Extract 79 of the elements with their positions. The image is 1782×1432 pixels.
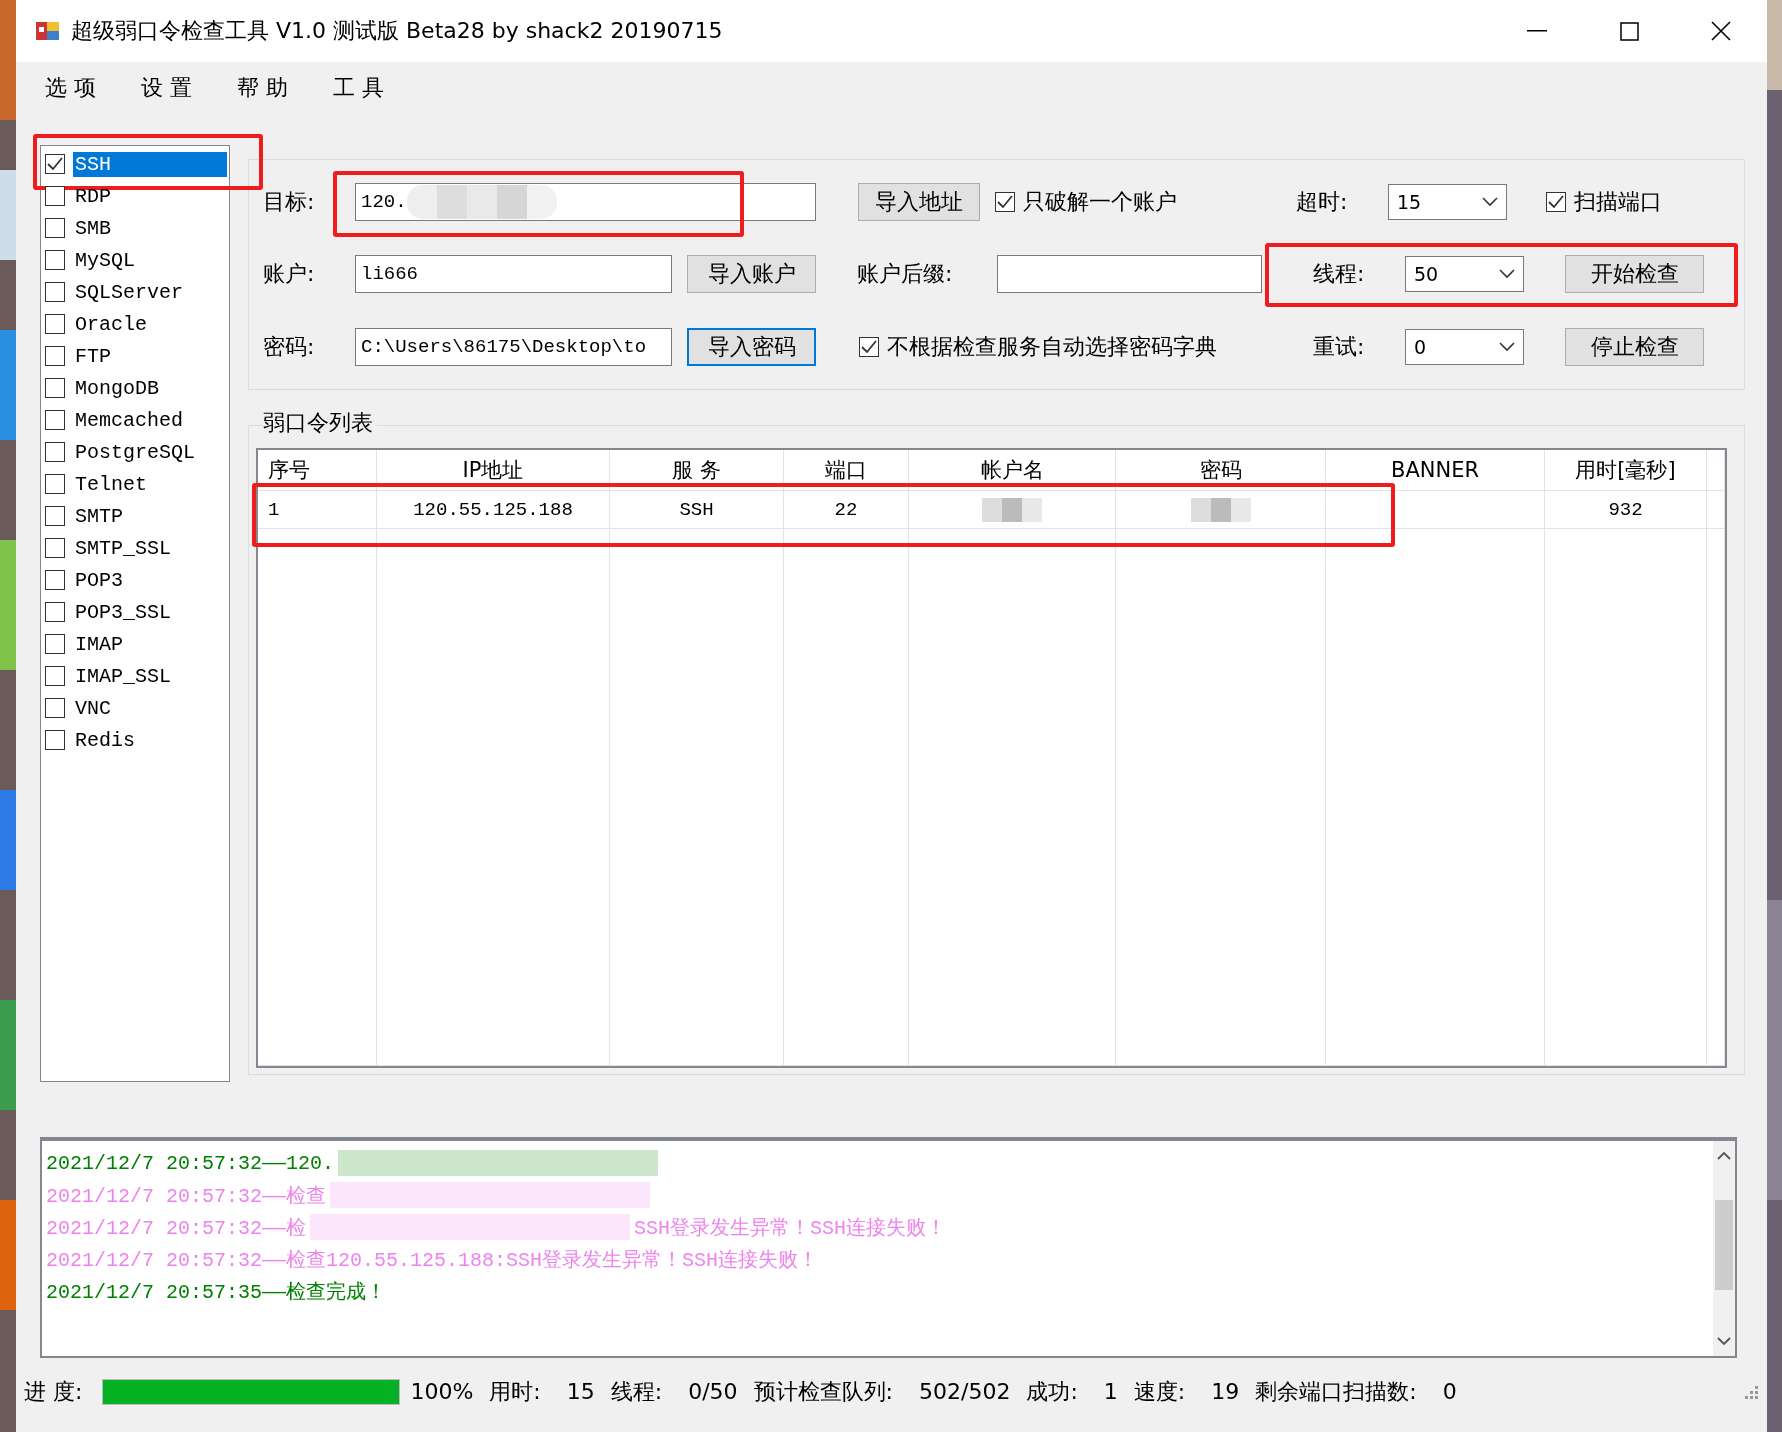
status-label: 预计检查队列: [753,1377,893,1406]
field-label: 账户: [263,260,316,289]
service-item[interactable]: Redis [73,727,137,753]
service-item[interactable]: SSH [73,151,227,177]
checkbox-label: 不根据检查服务自动选择密码字典 [887,332,1217,361]
table-cell: 1 [258,491,377,529]
column-header[interactable]: IP地址 [377,450,610,491]
menu-item[interactable]: 设 置 [141,73,237,103]
table-cell: 120.55.125.188 [377,491,610,529]
import-account-button[interactable]: 导入账户 [687,255,816,294]
table-cell: 932 [1545,491,1707,529]
service-item[interactable]: IMAP_SSL [73,663,173,689]
service-item[interactable]: SMB [73,215,113,241]
status-label: 进 度: [24,1377,83,1406]
table-cell: SSH [610,491,784,529]
import-password-button[interactable]: 导入密码 [687,327,816,366]
service-item[interactable]: IMAP [73,631,125,657]
log-line: 2021/12/7 20:57:32——120. [46,1151,335,1175]
password-file-field[interactable]: C:\Users\86175\Desktop\to [355,327,672,366]
service-item[interactable]: POP3 [73,567,125,593]
group-title: 弱口令列表 [263,410,377,435]
menu-item[interactable]: 帮 助 [237,73,333,103]
column-header[interactable]: 用时[毫秒] [1545,450,1707,491]
service-item[interactable]: VNC [73,695,113,721]
field-label: 重试: [1313,332,1366,361]
service-item[interactable]: FTP [73,343,113,369]
service-item[interactable]: Telnet [73,471,149,497]
service-item[interactable]: Memcached [73,407,186,433]
service-item[interactable]: MySQL [73,247,137,273]
status-value: 1 [1103,1379,1118,1404]
service-item[interactable]: RDP [73,183,113,209]
log-line: 2021/12/7 20:57:32——检 [46,1215,307,1241]
column-header[interactable]: 帐户名 [909,450,1116,491]
column-header[interactable]: 服 务 [610,450,784,491]
dropdown[interactable]: 15 [1388,184,1507,221]
field-label: 线程: [1313,260,1366,289]
service-item[interactable]: PostgreSQL [73,439,198,465]
status-label: 线程: [610,1377,663,1406]
account-field[interactable]: li666 [355,255,672,294]
checkbox-label: 扫描端口 [1574,188,1662,217]
field-label: 密码: [263,332,316,361]
status-label: 用时: [489,1377,541,1406]
target-field[interactable]: 120. [355,183,816,222]
log-line: 2021/12/7 20:57:32——检查120.55.125.188:SSH登录发生异常！SSH连接失败！ [46,1247,819,1273]
status-label: 速度: [1133,1377,1186,1406]
field-label: 账户后缀: [857,260,954,289]
service-item[interactable]: SMTP [73,503,125,529]
status-value: 502/502 [919,1379,1011,1404]
service-item[interactable]: MongoDB [73,375,161,401]
service-item[interactable]: SMTP_SSL [73,535,173,561]
service-item[interactable]: SQLServer [73,279,186,305]
status-value: 19 [1211,1379,1240,1404]
dropdown[interactable]: 50 [1405,256,1524,293]
service-item[interactable]: POP3_SSL [73,599,173,625]
import-address-button[interactable]: 导入地址 [858,183,980,222]
column-header[interactable]: 端口 [784,450,909,491]
field-label: 目标: [263,188,316,217]
status-label: 剩余端口扫描数: [1255,1377,1417,1406]
status-label: 成功: [1026,1377,1078,1406]
table-cell: 22 [784,491,909,529]
start-button[interactable]: 开始检查 [1565,255,1704,294]
dropdown[interactable]: 0 [1405,328,1524,365]
column-header[interactable]: 密码 [1116,450,1326,491]
status-value: 0/50 [688,1379,738,1404]
menu-item[interactable]: 选 项 [45,73,141,103]
status-value: 100% [410,1379,474,1404]
column-header[interactable]: 序号 [258,450,377,491]
log-line: 2021/12/7 20:57:35——检查完成！ [46,1279,387,1305]
log-line: SSH登录发生异常！SSH连接失败！ [634,1215,947,1241]
column-header[interactable]: BANNER [1326,450,1545,491]
service-item[interactable]: Oracle [73,311,149,337]
window-title: 超级弱口令检查工具 V1.0 测试版 Beta28 by shack2 20190715 [71,17,724,45]
status-value: 0 [1442,1379,1457,1404]
field-label: 超时: [1296,188,1349,217]
checkbox-label: 只破解一个账户 [1023,188,1177,217]
stop-button[interactable]: 停止检查 [1565,327,1704,366]
menu-item[interactable]: 工 具 [333,73,429,103]
log-line: 2021/12/7 20:57:32——检查 [46,1183,327,1209]
status-value: 15 [566,1379,595,1404]
